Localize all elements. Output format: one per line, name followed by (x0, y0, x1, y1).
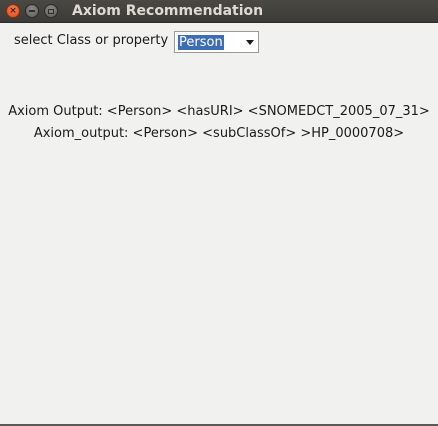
minimize-icon[interactable] (25, 4, 39, 18)
minimize-glyph (29, 10, 35, 12)
maximize-icon[interactable] (44, 4, 58, 18)
axiom-output-line-1: Axiom Output: <Person> <hasURI> <SNOMEDC… (8, 104, 430, 119)
window-title: Axiom Recommendation (72, 3, 264, 19)
title-bar[interactable]: × Axiom Recommendation (0, 0, 438, 23)
axiom-output-line-2: Axiom_output: <Person> <subClassOf> >HP_… (33, 126, 405, 141)
maximize-glyph (48, 8, 54, 14)
select-class-label: select Class or property (14, 33, 169, 48)
class-property-dropdown[interactable]: Person (174, 31, 259, 53)
dropdown-selected-value: Person (178, 35, 224, 50)
close-icon[interactable]: × (6, 4, 20, 18)
app-window: × Axiom Recommendation select Class or p… (0, 0, 438, 426)
chevron-down-icon[interactable] (246, 40, 254, 45)
